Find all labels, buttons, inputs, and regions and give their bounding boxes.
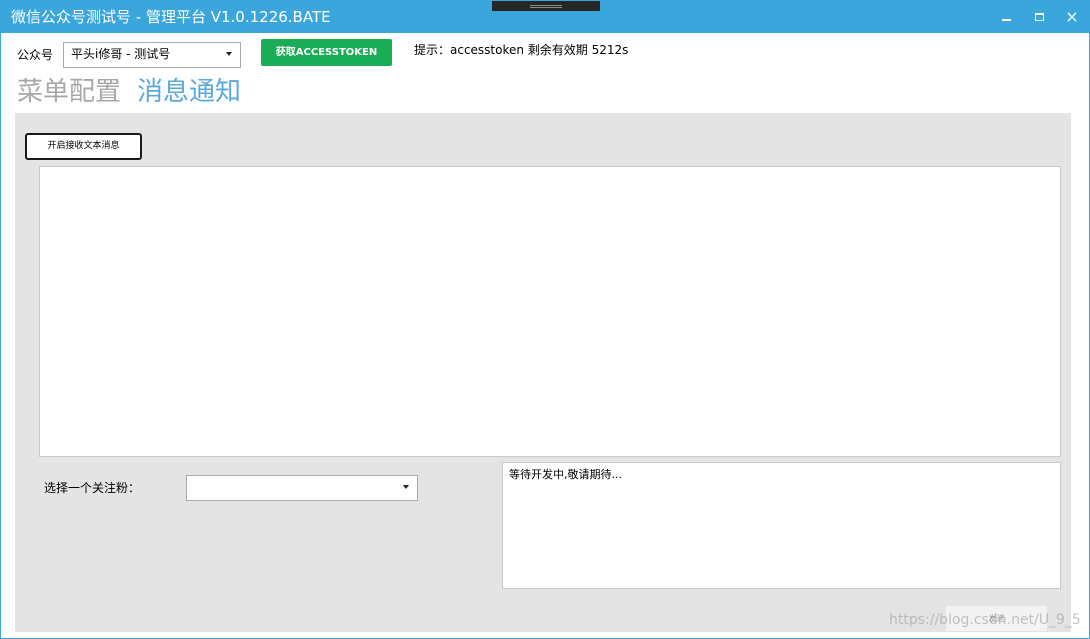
close-icon: × bbox=[1065, 7, 1079, 26]
maximize-icon bbox=[1034, 12, 1044, 21]
chevron-down-icon bbox=[226, 52, 232, 56]
get-accesstoken-button[interactable]: 获取ACCESSTOKEN bbox=[261, 39, 392, 66]
account-label: 公众号 bbox=[17, 48, 54, 62]
reply-textarea[interactable]: 等待开发中,敬请期待... bbox=[502, 462, 1061, 589]
message-log-area[interactable] bbox=[39, 166, 1061, 457]
app-window: 微信公众号测试号 - 管理平台 V1.0.1226.BATE × 公众号 平头i… bbox=[0, 0, 1090, 639]
enable-text-message-button[interactable]: 开启接收文本消息 bbox=[25, 133, 142, 160]
title-bar[interactable]: 微信公众号测试号 - 管理平台 V1.0.1226.BATE × bbox=[1, 1, 1090, 33]
tab-menu-config[interactable]: 菜单配置 bbox=[17, 74, 121, 110]
maximize-button[interactable] bbox=[1028, 7, 1050, 27]
minimize-button[interactable] bbox=[995, 7, 1017, 27]
follower-select[interactable] bbox=[186, 475, 418, 501]
tab-message-notify[interactable]: 消息通知 bbox=[137, 74, 241, 110]
watermark: https://blog.csdn.net/U_9_5 bbox=[889, 612, 1081, 628]
close-button[interactable]: × bbox=[1061, 7, 1083, 27]
minimize-icon bbox=[1001, 18, 1011, 21]
drag-handle[interactable] bbox=[492, 1, 600, 11]
account-select[interactable]: 平头i修哥 - 测试号 bbox=[63, 42, 241, 68]
account-select-value: 平头i修哥 - 测试号 bbox=[71, 47, 171, 61]
follower-select-label: 选择一个关注粉： bbox=[44, 481, 141, 495]
token-hint: 提示：accesstoken 剩余有效期 5212s bbox=[414, 43, 629, 57]
window-title: 微信公众号测试号 - 管理平台 V1.0.1226.BATE bbox=[11, 8, 331, 26]
chevron-down-icon bbox=[403, 485, 409, 489]
